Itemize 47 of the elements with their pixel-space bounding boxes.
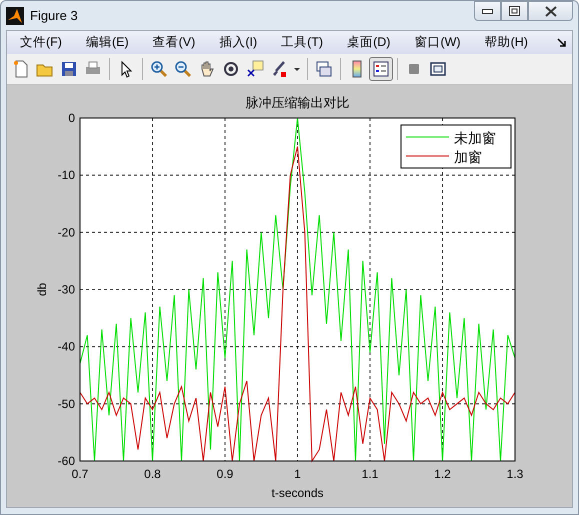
axis-label: db: [35, 282, 49, 296]
legend-label: 加窗: [454, 150, 482, 166]
zoom-in-icon: [150, 60, 168, 78]
legend-icon: [372, 60, 390, 78]
menu-item[interactable]: 查看(V): [146, 34, 202, 51]
menu-item[interactable]: 窗口(W): [407, 34, 468, 51]
window-title: Figure 3: [30, 8, 79, 23]
minimize-icon: [482, 8, 493, 14]
caret-icon: [294, 68, 300, 70]
minimize-button[interactable]: [474, 1, 501, 21]
tick-label: -50: [58, 396, 75, 411]
tick-label: 1: [294, 467, 301, 481]
tick-label: 0: [68, 111, 75, 125]
tick-label: -40: [58, 340, 75, 354]
close-button[interactable]: [528, 1, 573, 21]
tick-label: -10: [58, 168, 75, 182]
new-file-icon: [12, 60, 30, 78]
tick-label: 0.8: [144, 467, 161, 481]
maximize-button[interactable]: [501, 1, 528, 21]
legend-label: 未加窗: [454, 131, 496, 147]
zoom-out-icon: [174, 60, 192, 78]
data-cursor-icon: [246, 60, 264, 78]
menu-item[interactable]: 编辑(E): [78, 34, 136, 51]
tick-label: -30: [58, 282, 75, 296]
tick-label: 0.9: [216, 467, 234, 481]
tick-label: 0.7: [72, 467, 88, 481]
tick-label: 1.1: [362, 467, 378, 481]
chart-title: 脉冲压缩输出对比: [246, 96, 350, 111]
toolbar-button[interactable]: [369, 57, 393, 81]
tick-label: -60: [58, 454, 75, 468]
close-icon: [544, 6, 556, 16]
menu-item[interactable]: 插入(I): [212, 34, 264, 51]
menu-item[interactable]: 工具(T): [274, 34, 330, 51]
menu-item[interactable]: 文件(F): [13, 34, 69, 51]
linked-windows-icon: [315, 60, 333, 78]
menu-item[interactable]: 帮助(H): [478, 34, 535, 51]
corner-arrow-icon[interactable]: [557, 38, 566, 47]
window-frame-icon: [429, 60, 447, 78]
tick-label: 1.2: [434, 467, 451, 481]
tick-label: 1.3: [506, 467, 524, 481]
menu-item[interactable]: 桌面(D): [340, 34, 398, 51]
axis-label: t-seconds: [271, 486, 324, 500]
rotate-icon: [222, 60, 240, 78]
save-icon: [60, 60, 78, 78]
app-logo-icon: [6, 6, 24, 24]
restore-icon: [509, 6, 520, 16]
tick-label: -20: [58, 225, 75, 240]
